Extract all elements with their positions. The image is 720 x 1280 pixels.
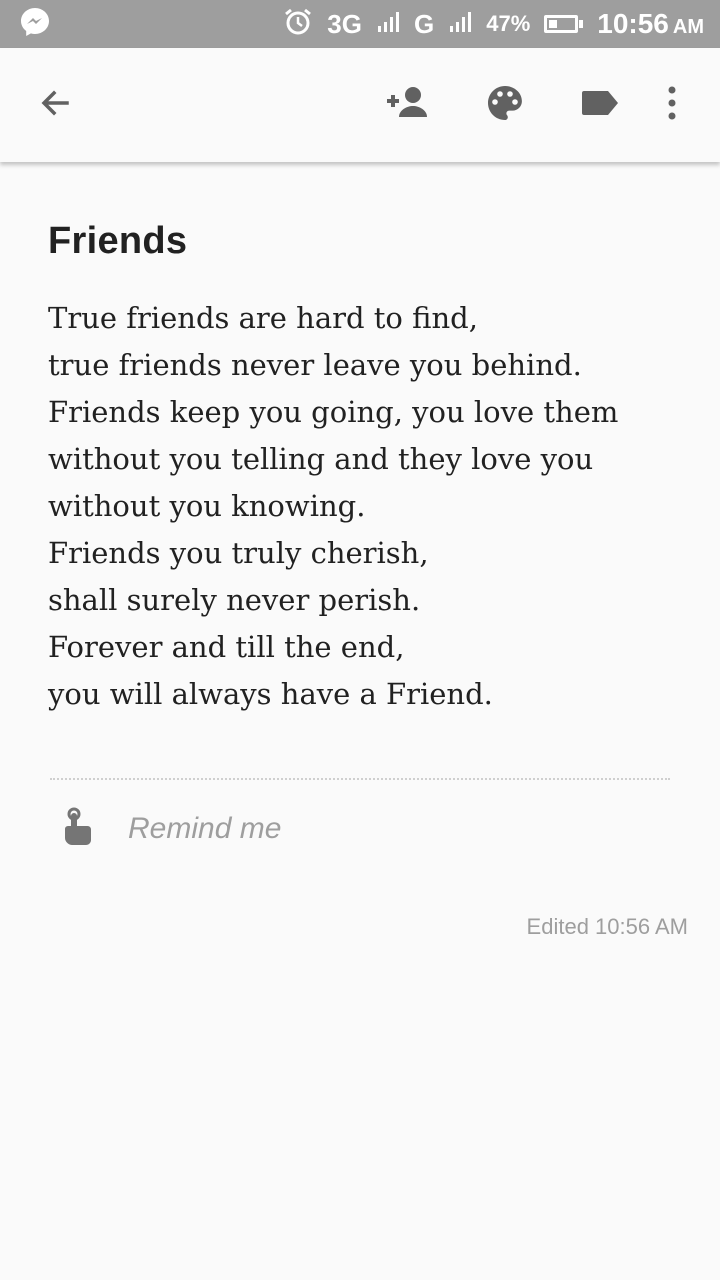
note-line: True friends are hard to find,: [48, 301, 478, 335]
note-content: Friends True friends are hard to find, t…: [0, 162, 720, 718]
clock-time: 10:56: [597, 8, 669, 39]
color-button[interactable]: [478, 78, 532, 132]
signal-icon-2: [448, 10, 472, 39]
clock-ampm: AM: [672, 16, 704, 38]
palette-icon: [485, 83, 525, 128]
note-line: true friends never leave you behind.: [48, 348, 582, 382]
reminder-hand-icon: [60, 807, 96, 852]
battery-icon: [544, 15, 584, 33]
note-title[interactable]: Friends: [48, 220, 672, 263]
note-line: you will always have a Friend.: [48, 677, 493, 711]
note-body[interactable]: True friends are hard to find, true frie…: [48, 295, 672, 718]
status-bar: 3G G 47% 10:56 AM: [0, 0, 720, 48]
label-icon: [580, 88, 620, 123]
note-line: without you knowing.: [48, 489, 366, 523]
add-collaborator-button[interactable]: [380, 78, 434, 132]
network-g: G: [413, 8, 435, 39]
edited-timestamp: Edited 10:56 AM: [526, 914, 688, 939]
note-line: Friends you truly cherish,: [48, 536, 429, 570]
signal-icon: [376, 10, 400, 39]
network-3g: 3G: [327, 8, 362, 39]
alarm-icon: [283, 7, 313, 42]
more-vert-icon: [666, 85, 678, 126]
note-line: without you telling and they love you: [48, 442, 594, 476]
note-line: Friends keep you going, you love them: [48, 395, 619, 429]
remind-me-label: Remind me: [128, 812, 282, 845]
back-arrow-icon: [37, 85, 73, 126]
battery-percent: 47%: [486, 11, 531, 36]
note-line: shall surely never perish.: [48, 583, 421, 617]
back-button[interactable]: [28, 78, 82, 132]
note-toolbar: [0, 48, 720, 162]
remind-me-button[interactable]: Remind me: [0, 780, 720, 854]
clock: 10:56 AM: [597, 8, 704, 40]
note-line: Forever and till the end,: [48, 630, 405, 664]
messenger-icon: [18, 5, 52, 44]
label-button[interactable]: [573, 78, 627, 132]
more-options-button[interactable]: [645, 78, 699, 132]
add-person-icon: [383, 83, 431, 128]
